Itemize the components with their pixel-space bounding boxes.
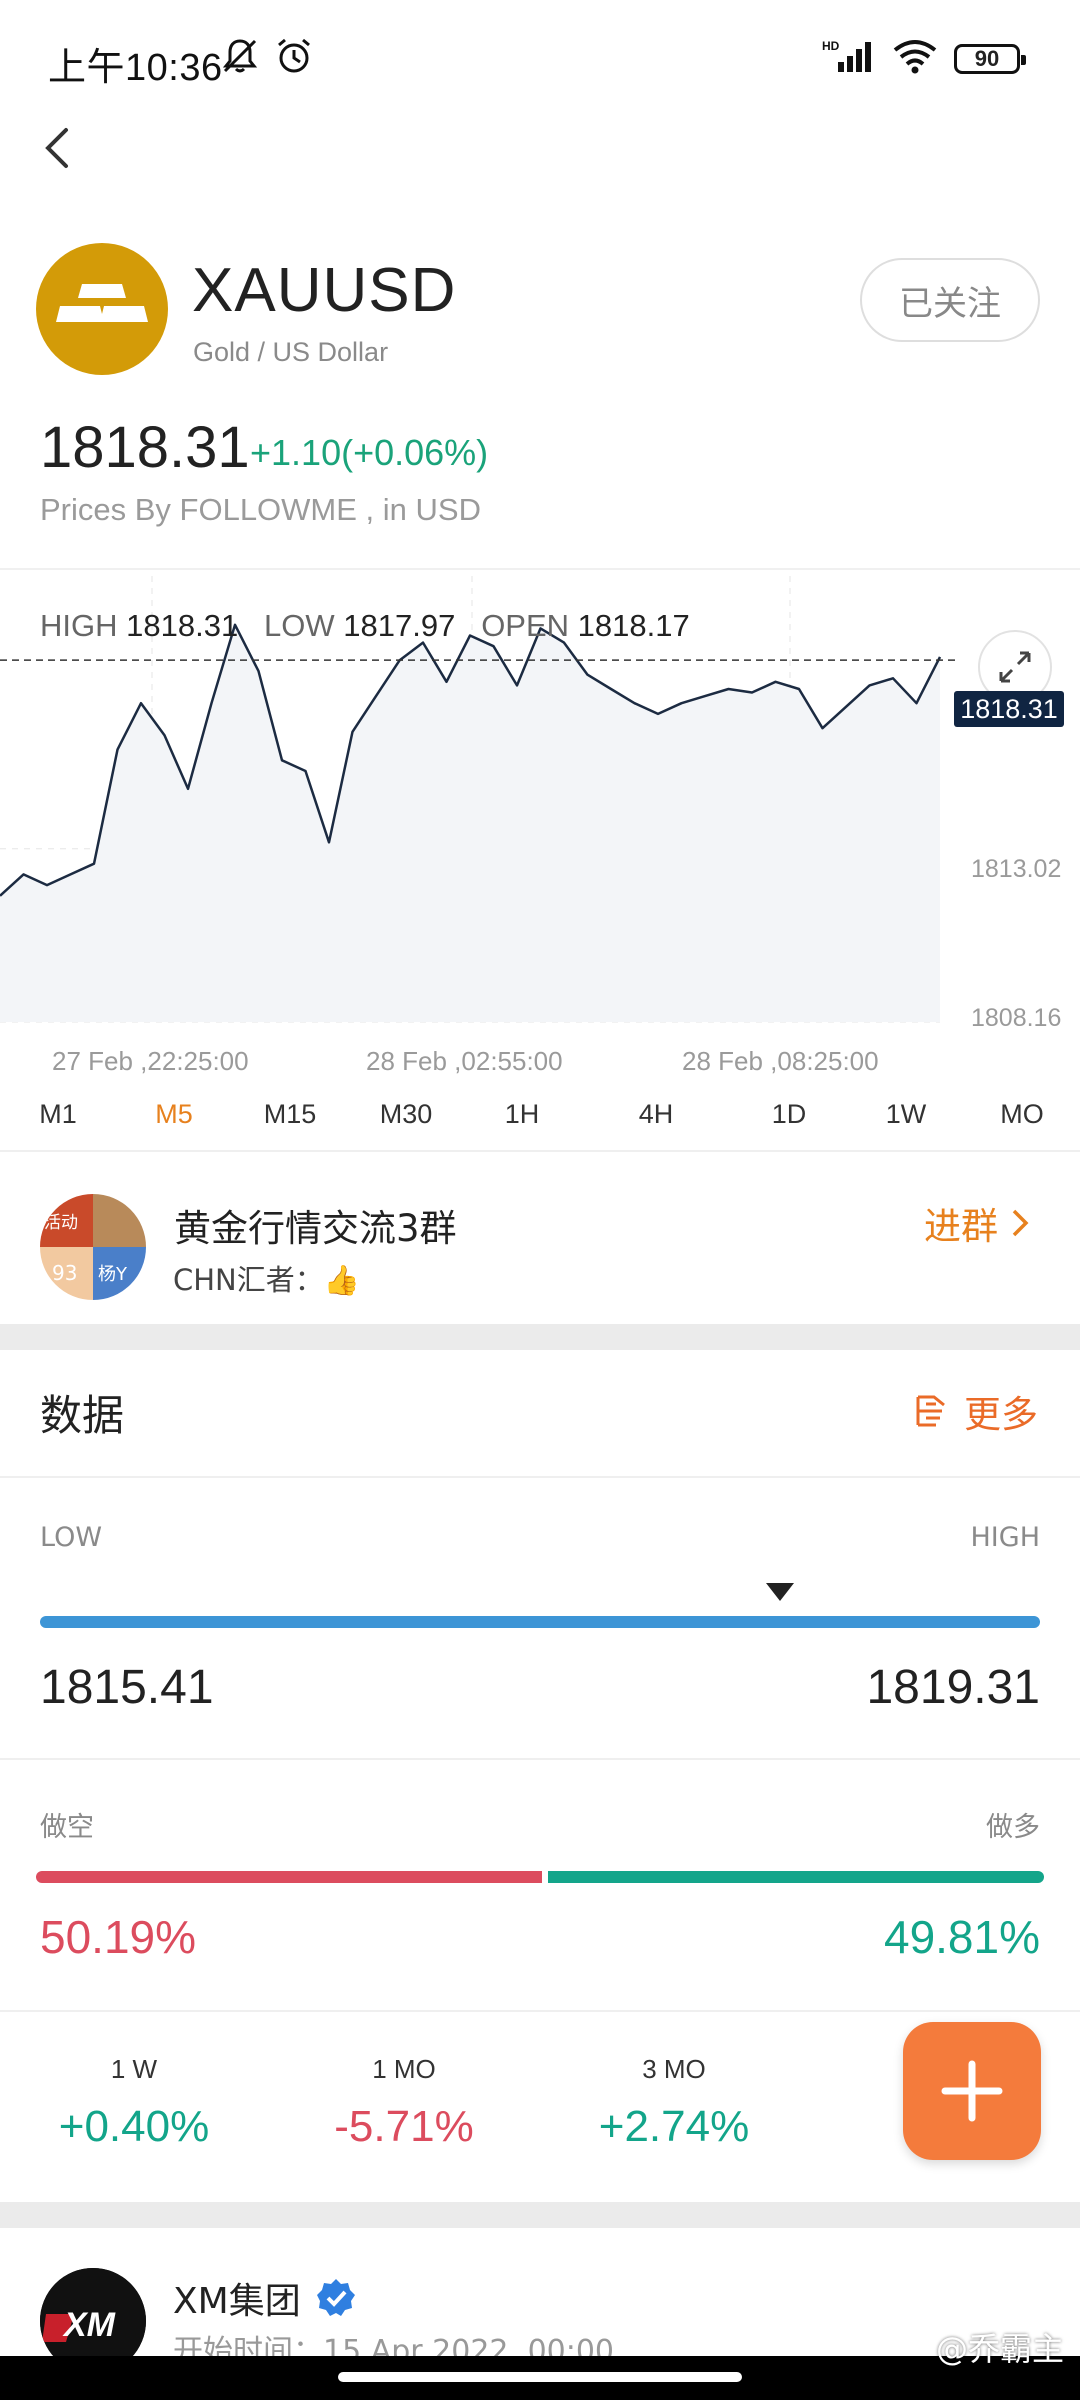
perf-label-1w: 1 W [110, 2054, 158, 2084]
svg-text:93: 93 [52, 1261, 77, 1285]
chart-hlo: HIGH 1818.31 LOW 1817.97 OPEN 1818.17 [40, 608, 690, 644]
divider [0, 1476, 1080, 1478]
tab-m30[interactable]: M30 [366, 1099, 446, 1130]
perf-value-1mo: -5.71% [334, 2102, 474, 2151]
section-gap [0, 2202, 1080, 2228]
chevron-left-icon [45, 128, 68, 168]
high-value: 1818.31 [126, 608, 239, 643]
svg-text:活动: 活动 [44, 1213, 78, 1233]
status-time: 上午10:36 [48, 47, 223, 89]
tab-1d[interactable]: 1D [749, 1099, 829, 1130]
range-bar [40, 1616, 1040, 1628]
x-tick-label: 27 Feb ,22:25:00 [52, 1046, 249, 1076]
open-label: OPEN [481, 608, 570, 643]
tab-1h[interactable]: 1H [482, 1099, 562, 1130]
short-label: 做空 [40, 1812, 94, 1843]
tab-m1[interactable]: M1 [18, 1099, 98, 1130]
svg-text:HD: HD [822, 39, 840, 53]
range-low-label: LOW [40, 1522, 103, 1553]
group-title[interactable]: 黄金行情交流3群 [174, 1198, 457, 1252]
group-message: CHN汇者：👍 [173, 1263, 360, 1297]
short-bar [36, 1871, 542, 1883]
x-tick-label: 28 Feb ,02:55:00 [366, 1046, 563, 1076]
tab-m5[interactable]: M5 [134, 1099, 214, 1130]
tab-m15[interactable]: M15 [250, 1099, 330, 1130]
svg-text:杨Y: 杨Y [98, 1264, 128, 1285]
x-tick-label: 28 Feb ,08:25:00 [682, 1046, 879, 1076]
price-source: Prices By FOLLOWME , in USD [40, 492, 481, 527]
low-value: 1817.97 [343, 608, 456, 643]
range-marker [766, 1583, 794, 1601]
divider [0, 1758, 1080, 1760]
symbol-subtitle: Gold / US Dollar [193, 337, 389, 367]
data-section-title: 数据 [40, 1391, 125, 1440]
bell-off-icon [220, 36, 260, 81]
y-tick-label: 1813.02 [971, 855, 1062, 883]
signal-icon: HD [822, 38, 876, 79]
expand-icon [999, 651, 1031, 683]
perf-label-3mo: 3 MO [642, 2054, 706, 2084]
status-icons-left [220, 36, 314, 81]
tab-mo[interactable]: MO [982, 1099, 1062, 1130]
long-percent: 49.81% [883, 1911, 1040, 1963]
range-low-value: 1815.41 [40, 1661, 214, 1714]
perf-value-3mo: +2.74% [598, 2102, 750, 2151]
more-label: 更多 [964, 1393, 1038, 1436]
plus-icon [941, 2060, 1003, 2122]
post-author[interactable]: XM集团 [173, 2272, 357, 2324]
status-bar: 上午10:36 HD 90 [0, 0, 1080, 115]
group-avatar[interactable]: 活动 93 杨Y [40, 1194, 146, 1300]
low-label: LOW [264, 608, 335, 643]
battery-icon: 90 [954, 43, 1026, 74]
high-label: HIGH [40, 608, 118, 643]
divider [0, 1150, 1080, 1152]
perf-value-1w: +0.40% [58, 2102, 210, 2151]
svg-text:XM: XM [62, 2306, 116, 2344]
list-icon [916, 1395, 945, 1427]
y-tick-label: 1808.16 [971, 1004, 1062, 1032]
long-bar [548, 1871, 1044, 1883]
price-area [0, 624, 940, 1022]
alarm-icon [274, 36, 314, 81]
long-label: 做多 [986, 1812, 1040, 1843]
add-fab-button[interactable] [903, 2022, 1041, 2160]
verified-badge-icon [316, 2279, 355, 2316]
chart-svg [0, 576, 960, 1023]
range-high-value: 1819.31 [866, 1661, 1040, 1714]
join-group-button[interactable]: 进群 [924, 1196, 1030, 1250]
tab-1w[interactable]: 1W [866, 1099, 946, 1130]
home-indicator[interactable] [338, 2372, 742, 2382]
perf-label-1mo: 1 MO [372, 2054, 436, 2084]
section-gap [0, 1324, 1080, 1350]
watermark: @乔霸主 [935, 2330, 1064, 2368]
range-high-label: HIGH [970, 1522, 1041, 1553]
price-change: +1.10(+0.06%) [250, 432, 489, 473]
more-button[interactable]: 更多 [912, 1384, 1038, 1438]
follow-button[interactable]: 已关注 [860, 258, 1040, 342]
wifi-icon [892, 38, 938, 79]
divider [0, 2010, 1080, 2012]
gold-bars-icon [36, 243, 168, 375]
tab-4h[interactable]: 4H [616, 1099, 696, 1130]
back-button[interactable] [34, 118, 84, 178]
short-percent: 50.19% [40, 1911, 197, 1963]
timeframe-tabs: M1 M5 M15 M30 1H 4H 1D 1W MO [0, 1093, 1080, 1149]
current-price: 1818.31 [40, 415, 250, 480]
chevron-right-icon [1012, 1209, 1029, 1237]
current-price-tag: 1818.31 [954, 691, 1064, 727]
join-group-label: 进群 [924, 1205, 998, 1248]
open-value: 1818.17 [577, 608, 690, 643]
status-icons-right: HD 90 [822, 38, 1026, 79]
post-author-name: XM集团 [173, 2281, 301, 2322]
symbol-title: XAUUSD [192, 256, 457, 325]
